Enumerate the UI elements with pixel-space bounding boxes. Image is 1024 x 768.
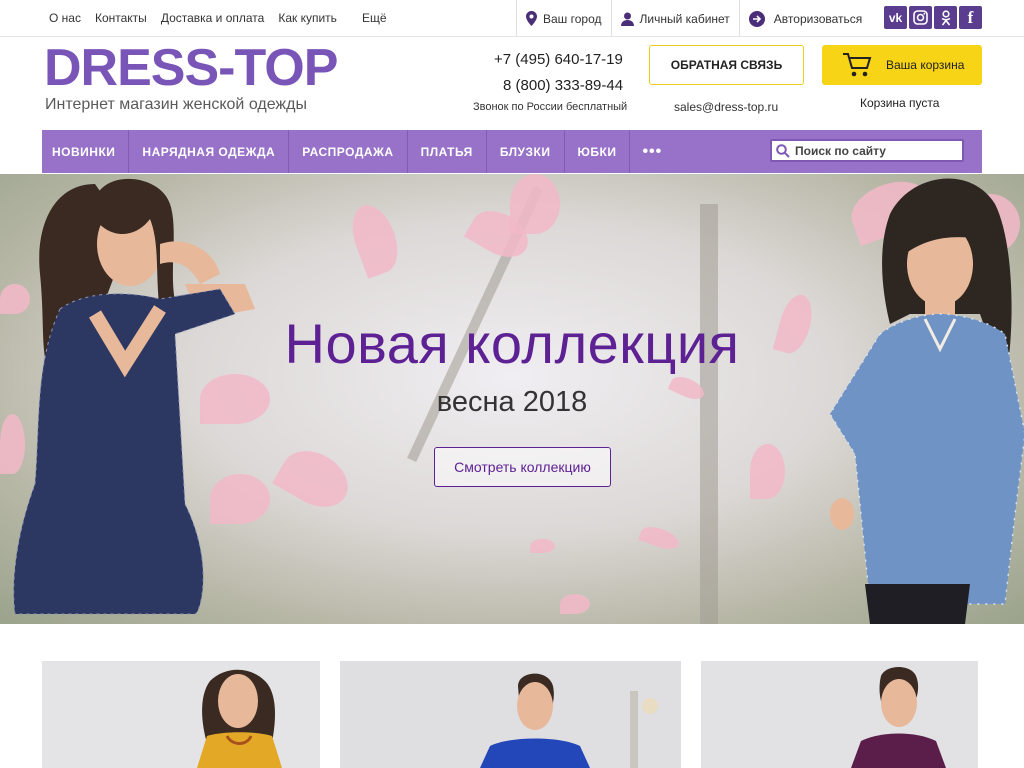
view-collection-button[interactable]: Смотреть коллекцию <box>434 447 611 487</box>
blossom-petal <box>530 539 555 553</box>
category-image-1 <box>42 661 320 768</box>
search-icon[interactable] <box>776 143 790 158</box>
site-logo[interactable]: DRESS-TOP <box>44 40 338 96</box>
account-link[interactable]: Личный кабинет <box>610 0 739 37</box>
category-image-2 <box>340 661 681 768</box>
callback-button[interactable]: ОБРАТНАЯ СВЯЗЬ <box>649 45 804 85</box>
nav-item-new[interactable]: НОВИНКИ <box>42 130 130 173</box>
cart-status: Корзина пуста <box>860 96 940 110</box>
nav-item-formal[interactable]: НАРЯДНАЯ ОДЕЖДА <box>129 130 290 173</box>
top-link-contacts[interactable]: Контакты <box>95 11 147 25</box>
login-label: Авторизоваться <box>773 11 863 26</box>
phone-free[interactable]: 8 (800) 333-89-44 <box>503 77 623 94</box>
category-card-3[interactable] <box>701 661 978 768</box>
cart-button[interactable]: Ваша корзина <box>822 45 982 85</box>
vk-icon[interactable]: vk <box>884 6 907 29</box>
cart-label: Ваша корзина <box>886 58 965 72</box>
top-links: О нас Контакты Доставка и оплата Как куп… <box>49 11 401 25</box>
blossom-petal <box>272 439 358 519</box>
top-right-links: Ваш город Личный кабинет Авторизоваться <box>516 0 871 37</box>
login-icon <box>748 10 765 27</box>
top-bar: О нас Контакты Доставка и оплата Как куп… <box>0 0 1024 37</box>
category-image-3 <box>701 661 978 768</box>
free-call-note: Звонок по России бесплатный <box>473 101 628 113</box>
login-link[interactable]: Авторизоваться <box>738 0 871 37</box>
category-card-1[interactable] <box>42 661 320 768</box>
logo-tagline: Интернет магазин женской одежды <box>45 96 307 113</box>
blossom-petal <box>638 522 682 554</box>
account-label: Личный кабинет <box>639 11 730 26</box>
top-link-about[interactable]: О нас <box>49 11 81 25</box>
user-icon <box>620 12 634 26</box>
nav-item-dresses[interactable]: ПЛАТЬЯ <box>408 130 487 173</box>
top-link-delivery[interactable]: Доставка и оплата <box>161 11 265 25</box>
social-links: vk f <box>884 6 984 29</box>
instagram-icon[interactable] <box>909 6 932 29</box>
search-input[interactable] <box>795 143 955 158</box>
blossom-petal <box>560 594 590 614</box>
hero-banner: Новая коллекция весна 2018 Смотреть колл… <box>0 174 1024 624</box>
blossom-petal <box>750 444 785 499</box>
category-card-2[interactable] <box>340 661 681 768</box>
blossom-petal <box>344 199 406 279</box>
facebook-icon[interactable]: f <box>959 6 982 29</box>
search-box <box>770 139 964 162</box>
blossom-petal <box>510 174 560 234</box>
top-link-how-to-buy[interactable]: Как купить <box>278 11 337 25</box>
nav-item-sale[interactable]: РАСПРОДАЖА <box>289 130 408 173</box>
email-link[interactable]: sales@dress-top.ru <box>674 100 778 114</box>
location-pin-icon <box>526 11 537 26</box>
hero-subtitle: весна 2018 <box>436 386 588 418</box>
odnoklassniki-icon[interactable] <box>934 6 957 29</box>
hero-title: Новая коллекция <box>284 312 740 375</box>
top-link-more[interactable]: Ещё <box>362 11 387 25</box>
city-label: Ваш город <box>543 11 602 26</box>
city-selector[interactable]: Ваш город <box>516 0 611 37</box>
nav-item-skirts[interactable]: ЮБКИ <box>565 130 631 173</box>
phone-moscow[interactable]: +7 (495) 640-17-19 <box>494 51 623 68</box>
nav-more-button[interactable]: ••• <box>630 143 674 161</box>
nav-item-blouses[interactable]: БЛУЗКИ <box>487 130 565 173</box>
cart-icon <box>843 53 872 77</box>
main-nav: НОВИНКИ НАРЯДНАЯ ОДЕЖДА РАСПРОДАЖА ПЛАТЬ… <box>42 130 982 173</box>
